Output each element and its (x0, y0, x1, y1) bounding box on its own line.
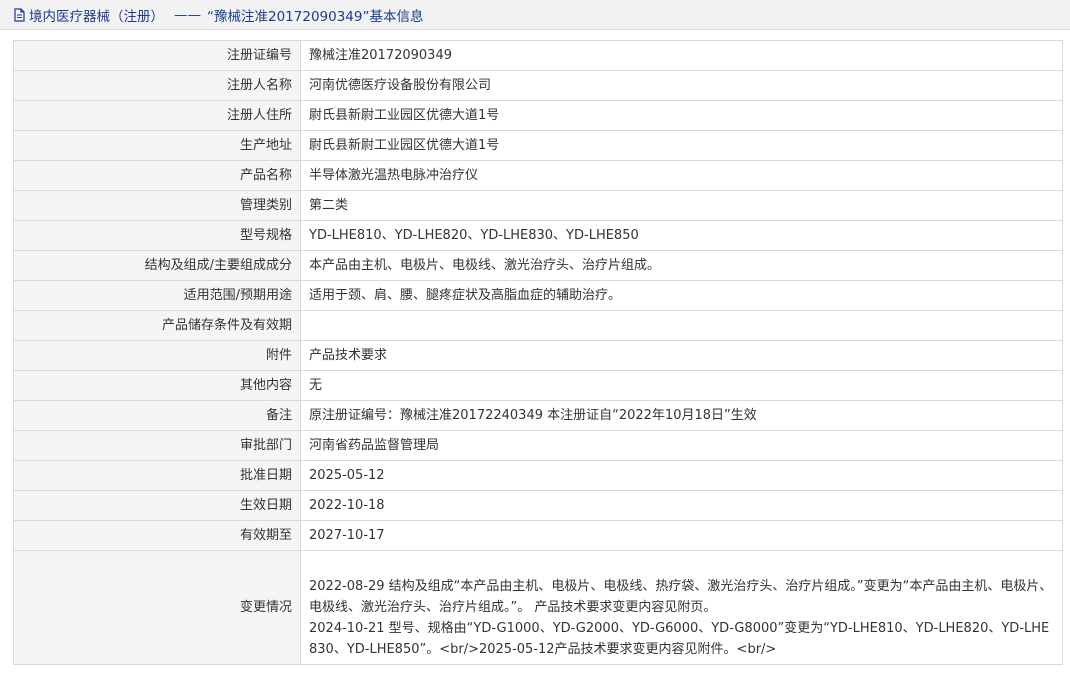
row-value: 本产品由主机、电极片、电极线、激光治疗头、治疗片组成。 (300, 250, 1063, 281)
row-label: 管理类别 (13, 190, 301, 221)
table-row: 结构及组成/主要组成成分 本产品由主机、电极片、电极线、激光治疗头、治疗片组成。 (13, 250, 1063, 281)
row-value: 河南优德医疗设备股份有限公司 (300, 70, 1063, 101)
table-row: 审批部门 河南省药品监督管理局 (13, 430, 1063, 461)
table-row: 产品名称 半导体激光温热电脉冲治疗仪 (13, 160, 1063, 191)
table-row: 管理类别 第二类 (13, 190, 1063, 221)
row-value: 无 (300, 370, 1063, 401)
table-row: 有效期至 2027-10-17 (13, 520, 1063, 551)
row-label: 型号规格 (13, 220, 301, 251)
table-row-change: 变更情况 2022-08-29 结构及组成“本产品由主机、电极片、电极线、热疗袋… (13, 550, 1063, 665)
change-label: 变更情况 (13, 550, 301, 665)
row-label: 生效日期 (13, 490, 301, 521)
table-row: 其他内容无 (13, 370, 1063, 401)
row-label: 审批部门 (13, 430, 301, 461)
table-row: 注册人住所 尉氏县新尉工业园区优德大道1号 (13, 100, 1063, 131)
info-panel: 注册证编号 豫械注准20172090349 注册人名称 河南优德医疗设备股份有限公司… (13, 40, 1063, 665)
table-row: 批准日期 2025-05-12 (13, 460, 1063, 491)
row-label: 附件 (13, 340, 301, 371)
row-value: 第二类 (300, 190, 1063, 221)
row-value: 适用于颈、肩、腰、腿疼症状及高脂血症的辅助治疗。 (300, 280, 1063, 311)
row-value: YD-LHE810、YD-LHE820、YD-LHE830、YD-LHE850 (300, 220, 1063, 251)
row-label: 批准日期 (13, 460, 301, 491)
table-row: 型号规格 YD-LHE810、YD-LHE820、YD-LHE830、YD-LHE… (13, 220, 1063, 251)
row-value: 尉氏县新尉工业园区优德大道1号 (300, 100, 1063, 131)
row-label: 其他内容 (13, 370, 301, 401)
table-row: 注册证编号 豫械注准20172090349 (13, 40, 1063, 71)
row-value: 2022-10-18 (300, 490, 1063, 521)
row-value: 产品技术要求 (300, 340, 1063, 371)
header-separator: —— (174, 6, 201, 23)
header-category: 境内医疗器械（注册） (29, 8, 164, 25)
row-label: 适用范围/预期用途 (13, 280, 301, 311)
document-icon (12, 7, 26, 22)
row-label: 生产地址 (13, 130, 301, 161)
change-entry-1: 2022-08-29 结构及组成“本产品由主机、电极片、电极线、热疗袋、激光治疗… (309, 578, 1053, 615)
table-row: 注册人名称 河南优德医疗设备股份有限公司 (13, 70, 1063, 101)
row-value: 2025-05-12 (300, 460, 1063, 491)
row-label: 备注 (13, 400, 301, 431)
row-label: 注册证编号 (13, 40, 301, 71)
table-row: 适用范围/预期用途 适用于颈、肩、腰、腿疼症状及高脂血症的辅助治疗。 (13, 280, 1063, 311)
change-entry-2: 2024-10-21 型号、规格由“YD-G1000、YD-G2000、YD-G… (309, 620, 1050, 657)
table-row: 产品储存条件及有效期 (13, 310, 1063, 341)
row-label: 结构及组成/主要组成成分 (13, 250, 301, 281)
row-value: 2027-10-17 (300, 520, 1063, 551)
row-label: 注册人住所 (13, 100, 301, 131)
row-label: 注册人名称 (13, 70, 301, 101)
row-value (300, 310, 1063, 341)
change-value: 2022-08-29 结构及组成“本产品由主机、电极片、电极线、热疗袋、激光治疗… (300, 550, 1063, 665)
row-label: 有效期至 (13, 520, 301, 551)
table-row: 备注 原注册证编号：豫械注准20172240349 本注册证自“2022年10月1… (13, 400, 1063, 431)
table-row: 生效日期 2022-10-18 (13, 490, 1063, 521)
row-value: 半导体激光温热电脉冲治疗仪 (300, 160, 1063, 191)
table-row: 生产地址 尉氏县新尉工业园区优德大道1号 (13, 130, 1063, 161)
row-value: 河南省药品监督管理局 (300, 430, 1063, 461)
header-title: “豫械注准20172090349”基本信息 (207, 8, 424, 25)
registration-info-table: 注册证编号 豫械注准20172090349 注册人名称 河南优德医疗设备股份有限公司… (13, 40, 1063, 665)
row-label: 产品名称 (13, 160, 301, 191)
row-label: 产品储存条件及有效期 (13, 310, 301, 341)
row-value: 豫械注准20172090349 (300, 40, 1063, 71)
page-header: 境内医疗器械（注册） —— “豫械注准20172090349”基本信息 (0, 0, 1070, 30)
row-value: 原注册证编号：豫械注准20172240349 本注册证自“2022年10月18日… (300, 400, 1063, 431)
table-row: 附件 产品技术要求 (13, 340, 1063, 371)
row-value: 尉氏县新尉工业园区优德大道1号 (300, 130, 1063, 161)
